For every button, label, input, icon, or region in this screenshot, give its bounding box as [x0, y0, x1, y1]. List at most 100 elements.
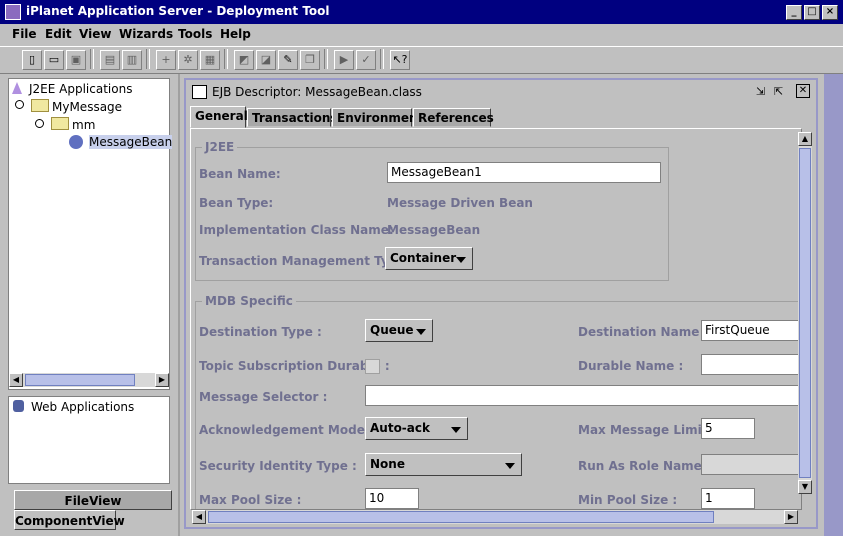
tab-transactions[interactable]: Transactions — [247, 108, 338, 127]
tx-type-select[interactable]: Container — [385, 247, 473, 270]
menu-wizards[interactable]: Wizards — [119, 27, 173, 41]
tab-fileview[interactable]: FileView — [14, 490, 172, 510]
menu-bar: File Edit View Wizards Tools Help — [0, 24, 843, 44]
tree-horizontal-scrollbar[interactable]: ◀ ▶ — [9, 373, 169, 387]
minimize-button[interactable]: _ — [786, 5, 802, 20]
folder-icon — [51, 117, 69, 130]
mdb-group-title: MDB Specific — [202, 294, 296, 308]
maximize-button[interactable]: □ — [804, 5, 820, 20]
topic-durable-checkbox[interactable] — [365, 359, 380, 374]
new-icon[interactable]: ▯ — [22, 50, 42, 70]
general-panel: J2EE Bean Name: MessageBean1 Bean Type: … — [190, 128, 802, 510]
max-message-field[interactable]: 5 — [701, 418, 755, 439]
durable-name-field[interactable] — [701, 354, 801, 375]
tree-module[interactable]: mm — [72, 118, 95, 132]
web-applications-panel: Web Applications — [8, 396, 170, 484]
save-icon[interactable]: ▣ — [66, 50, 86, 70]
dest-type-label: Destination Type : — [199, 325, 322, 339]
bean-gear-icon — [69, 135, 83, 149]
run-as-role-field[interactable] — [701, 454, 801, 475]
scroll-up-icon[interactable]: ▲ — [798, 132, 812, 146]
verify-icon[interactable]: ✓ — [356, 50, 376, 70]
gear-icon[interactable]: ✲ — [178, 50, 198, 70]
j2ee-icon — [12, 82, 22, 94]
window-icon — [192, 85, 207, 99]
app-icon — [5, 4, 21, 20]
disk-all-icon[interactable]: ▥ — [122, 50, 142, 70]
max-pool-field[interactable]: 10 — [365, 488, 419, 509]
dest-name-field[interactable]: FirstQueue — [701, 320, 801, 341]
bean-type-label: Bean Type: — [199, 196, 274, 210]
inner-title: EJB Descriptor: MessageBean.class — [212, 85, 422, 99]
scroll-left-icon[interactable]: ◀ — [192, 510, 206, 524]
security-identity-select[interactable]: None — [365, 453, 522, 476]
menu-help[interactable]: Help — [220, 27, 251, 41]
impl-class-label: Implementation Class Name: — [199, 223, 394, 237]
menu-tools[interactable]: Tools — [178, 27, 212, 41]
toolbar: ▯ ▭ ▣ ▤ ▥ + ✲ ▦ ◩ ◪ ✎ ❐ ▶ ✓ ↖? — [0, 46, 843, 74]
tab-environment[interactable]: Environment — [332, 108, 423, 127]
package-icon[interactable]: ◩ — [234, 50, 254, 70]
expand-toggle-icon[interactable] — [35, 119, 44, 128]
web-apps-label[interactable]: Web Applications — [31, 400, 134, 414]
chevron-down-icon — [416, 329, 426, 335]
deploy-icon[interactable]: ▶ — [334, 50, 354, 70]
scroll-down-icon[interactable]: ▼ — [798, 480, 812, 494]
window-title: iPlanet Application Server - Deployment … — [26, 4, 330, 18]
scroll-right-icon[interactable]: ▶ — [784, 510, 798, 524]
expand-toggle-icon[interactable] — [15, 100, 24, 109]
edit-descriptor-icon[interactable]: ✎ — [278, 50, 298, 70]
min-pool-label: Min Pool Size : — [578, 493, 678, 507]
chevron-down-icon — [505, 463, 515, 469]
ack-mode-label: Acknowledgement Mode : — [199, 423, 374, 437]
security-identity-label: Security Identity Type : — [199, 459, 357, 473]
scroll-thumb[interactable] — [208, 511, 714, 523]
dest-name-label: Destination Name : — [578, 325, 709, 339]
chevron-down-icon — [456, 257, 466, 263]
disk-icon[interactable]: ▤ — [100, 50, 120, 70]
iconify-icon[interactable]: ⇲ — [756, 85, 765, 98]
impl-class-value: MessageBean — [387, 223, 481, 237]
scroll-thumb[interactable] — [799, 148, 811, 478]
unpack-icon[interactable]: ◪ — [256, 50, 276, 70]
menu-edit[interactable]: Edit — [45, 27, 72, 41]
menu-view[interactable]: View — [79, 27, 111, 41]
tab-references[interactable]: References — [413, 108, 494, 127]
scroll-right-icon[interactable]: ▶ — [155, 373, 169, 387]
message-selector-field[interactable] — [365, 385, 801, 406]
maximize-icon[interactable]: ⇱ — [774, 85, 783, 98]
close-icon[interactable]: ✕ — [796, 84, 810, 98]
tree-bean[interactable]: MessageBean — [89, 135, 173, 149]
bean-type-value: Message Driven Bean — [387, 196, 533, 210]
tree-app[interactable]: MyMessage — [52, 100, 122, 114]
menu-file[interactable]: File — [12, 27, 37, 41]
tab-componentview[interactable]: ComponentView — [14, 510, 125, 530]
min-pool-field[interactable]: 1 — [701, 488, 755, 509]
content-horizontal-scrollbar[interactable]: ◀ ▶ — [192, 510, 798, 524]
context-help-icon[interactable]: ↖? — [390, 50, 410, 70]
add-icon[interactable]: + — [156, 50, 176, 70]
max-pool-label: Max Pool Size : — [199, 493, 302, 507]
message-selector-label: Message Selector : — [199, 390, 328, 404]
component-icon[interactable]: ▦ — [200, 50, 220, 70]
folder-icon — [31, 99, 49, 112]
tree-root[interactable]: J2EE Applications — [29, 82, 132, 96]
scroll-thumb[interactable] — [25, 374, 135, 386]
ack-mode-select[interactable]: Auto-ack — [365, 417, 468, 440]
desktop-area — [824, 74, 843, 536]
scroll-left-icon[interactable]: ◀ — [9, 373, 23, 387]
max-message-label: Max Message Limit : — [578, 423, 717, 437]
tab-general[interactable]: General — [190, 106, 248, 128]
web-app-icon — [13, 400, 24, 412]
copy-icon[interactable]: ❐ — [300, 50, 320, 70]
splitter[interactable] — [178, 74, 180, 536]
tx-type-label: Transaction Management Type : — [199, 254, 415, 268]
title-bar: iPlanet Application Server - Deployment … — [0, 0, 843, 24]
dest-type-select[interactable]: Queue — [365, 319, 433, 342]
close-button[interactable]: × — [822, 5, 838, 20]
chevron-down-icon — [451, 427, 461, 433]
content-vertical-scrollbar[interactable]: ▲ ▼ — [798, 132, 812, 494]
component-tree: J2EE Applications MyMessage mm MessageBe… — [8, 78, 173, 390]
bean-name-field[interactable]: MessageBean1 — [387, 162, 661, 183]
open-icon[interactable]: ▭ — [44, 50, 64, 70]
